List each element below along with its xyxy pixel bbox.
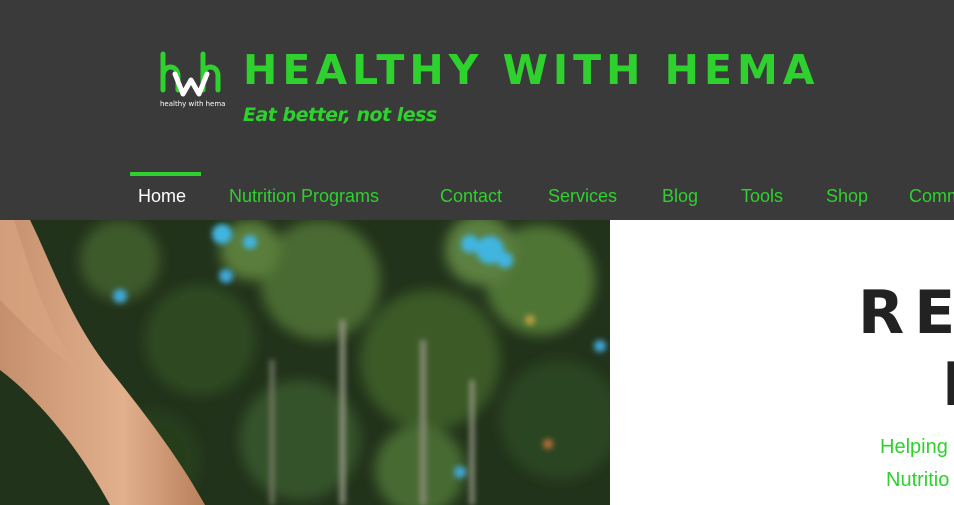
nav-item-contact[interactable]: Contact	[440, 172, 502, 220]
site-header: healthy with hema HEALTHY WITH HEMA Eat …	[0, 0, 954, 220]
nav-item-nutrition-programs[interactable]: Nutrition Programs	[229, 172, 379, 220]
hero-subtitle-line2: Nutritio	[886, 469, 950, 491]
hero-subtitle-line1: Helping	[880, 436, 948, 458]
main-nav: Home Nutrition Programs Contact Services…	[0, 172, 954, 220]
nav-item-home[interactable]: Home	[138, 172, 186, 220]
nav-item-community[interactable]: Comm	[909, 172, 954, 220]
site-title[interactable]: HEALTHY WITH HEMA	[243, 46, 820, 94]
site-tagline: Eat better, not less	[243, 104, 437, 126]
nav-item-blog[interactable]: Blog	[662, 172, 698, 220]
hero-text-panel: RE I Helping Nutritio	[610, 220, 954, 505]
nav-item-shop[interactable]: Shop	[826, 172, 868, 220]
nav-item-tools[interactable]: Tools	[741, 172, 783, 220]
hero-photo	[0, 220, 610, 505]
hero-photo-image	[0, 220, 610, 505]
hero-heading-line1: RE	[858, 278, 954, 348]
nav-item-services[interactable]: Services	[548, 172, 617, 220]
logo-caption: healthy with hema	[160, 100, 226, 108]
hero-heading-line2: I	[942, 350, 954, 420]
